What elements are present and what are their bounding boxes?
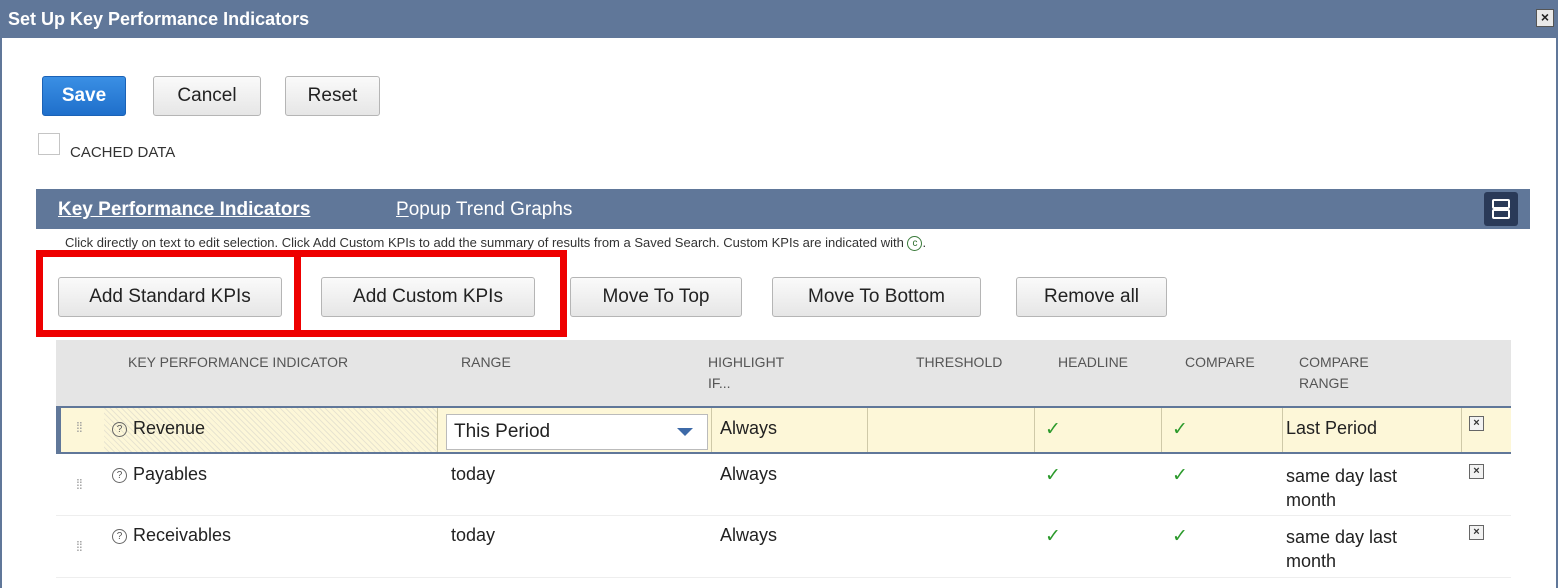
header-highlight-line1: HIGHLIGHT	[708, 354, 785, 370]
compare-check-icon[interactable]: ✓	[1172, 464, 1188, 487]
cached-data-checkbox[interactable]	[38, 133, 60, 155]
instructions-end: .	[922, 235, 927, 250]
cell-divider	[1461, 408, 1462, 452]
header-headline: HEADLINE	[1058, 354, 1129, 370]
table-row-receivables[interactable]: ⁞⁞ ? Receivables today Always ✓ ✓ same da…	[56, 516, 1511, 578]
kpi-name-cell[interactable]: ? Receivables	[112, 525, 231, 546]
tab-key-performance-indicators[interactable]: Key Performance Indicators	[58, 199, 310, 221]
move-to-top-button[interactable]: Move To Top	[570, 277, 742, 317]
window-titlebar: Set Up Key Performance Indicators ×	[2, 0, 1558, 38]
table-row-revenue[interactable]: ⁞⁞ ? Revenue This Period Always ✓ ✓ Last …	[56, 406, 1511, 454]
kpi-table: KEY PERFORMANCE INDICATOR RANGE HIGHLIGH…	[56, 340, 1511, 588]
range-cell[interactable]: today	[451, 464, 495, 485]
cell-divider	[867, 408, 868, 452]
kpi-name: Revenue	[133, 418, 206, 438]
layout-menu-bar-bottom	[1492, 209, 1510, 219]
kpi-name: Payables	[133, 464, 208, 484]
header-compare: COMPARE	[1185, 354, 1255, 370]
kpi-setup-window: Set Up Key Performance Indicators × Save…	[0, 0, 1558, 588]
highlight-cell[interactable]: Always	[720, 464, 777, 485]
annotation-box-custom	[294, 250, 567, 337]
kpi-name-cell[interactable]: ? Payables	[112, 464, 207, 485]
compare-range-cell[interactable]: same day last month	[1286, 525, 1397, 573]
selected-row-indicator	[56, 408, 61, 452]
cached-data-label: CACHED DATA	[70, 144, 176, 161]
compare-check-icon[interactable]: ✓	[1172, 525, 1188, 548]
cell-divider	[1034, 408, 1035, 452]
cell-divider	[1161, 408, 1162, 452]
drag-handle-icon[interactable]: ⁞⁞	[76, 420, 83, 434]
headline-check-icon[interactable]: ✓	[1045, 418, 1061, 441]
header-highlight: HIGHLIGHT IF...	[708, 352, 784, 394]
window-title: Set Up Key Performance Indicators	[8, 9, 310, 29]
help-icon[interactable]: ?	[112, 529, 127, 544]
headline-check-icon[interactable]: ✓	[1045, 464, 1061, 487]
range-cell[interactable]: today	[451, 525, 495, 546]
header-threshold: THRESHOLD	[916, 354, 1003, 370]
reset-button[interactable]: Reset	[285, 76, 380, 116]
close-icon[interactable]: ×	[1536, 9, 1554, 27]
save-button[interactable]: Save	[42, 76, 126, 116]
help-icon[interactable]: ?	[112, 468, 127, 483]
kpi-name-cell[interactable]: ? Revenue	[112, 418, 205, 439]
move-to-bottom-button[interactable]: Move To Bottom	[772, 277, 981, 317]
headline-check-icon[interactable]: ✓	[1045, 525, 1061, 548]
remove-row-icon[interactable]: ×	[1469, 525, 1484, 540]
highlight-cell[interactable]: Always	[720, 525, 777, 546]
custom-kpi-icon: c	[907, 236, 923, 252]
dropdown-arrow-icon	[677, 428, 693, 436]
compare-check-icon[interactable]: ✓	[1172, 418, 1188, 441]
compare-range-cell[interactable]: Last Period	[1286, 418, 1377, 439]
range-select-value: This Period	[454, 421, 551, 442]
layout-menu-icon[interactable]	[1484, 192, 1518, 226]
tab-trend-label: opup Trend Graphs	[408, 199, 573, 220]
tab-bar: Key Performance Indicators Popup Trend G…	[36, 189, 1530, 229]
drag-handle-icon[interactable]: ⁞⁞	[76, 539, 83, 553]
compare-range-line1: same day last	[1286, 527, 1398, 547]
header-compare-range: COMPARE RANGE	[1299, 352, 1369, 394]
table-row-payables[interactable]: ⁞⁞ ? Payables today Always ✓ ✓ same day l…	[56, 454, 1511, 516]
remove-all-button[interactable]: Remove all	[1016, 277, 1167, 317]
instructions-text: Click directly on text to edit selection…	[65, 235, 927, 252]
layout-menu-bar-top	[1492, 199, 1510, 209]
remove-row-icon[interactable]: ×	[1469, 464, 1484, 479]
table-header: KEY PERFORMANCE INDICATOR RANGE HIGHLIGH…	[56, 340, 1511, 406]
instructions-body: Click directly on text to edit selection…	[65, 235, 904, 250]
compare-range-line2: month	[1286, 551, 1337, 571]
tab-kpi-label: ey Performance Indicators	[71, 199, 311, 220]
tab-popup-trend-graphs[interactable]: Popup Trend Graphs	[396, 199, 572, 221]
compare-range-cell[interactable]: same day last month	[1286, 464, 1397, 512]
cancel-button[interactable]: Cancel	[153, 76, 261, 116]
cell-divider	[1282, 408, 1283, 452]
header-highlight-line2: IF...	[708, 375, 731, 391]
highlight-cell[interactable]: Always	[720, 418, 777, 439]
header-compare-range-line2: RANGE	[1299, 375, 1349, 391]
tab-trend-accesskey: P	[396, 199, 409, 220]
tab-kpi-accesskey: K	[58, 199, 72, 220]
cell-divider	[711, 408, 712, 452]
header-range: RANGE	[461, 354, 511, 370]
annotation-box-standard	[36, 250, 301, 337]
remove-row-icon[interactable]: ×	[1469, 416, 1484, 431]
help-icon[interactable]: ?	[112, 422, 127, 437]
header-compare-range-line1: COMPARE	[1299, 354, 1369, 370]
range-select[interactable]: This Period	[446, 414, 708, 450]
compare-range-line2: month	[1286, 490, 1337, 510]
header-kpi: KEY PERFORMANCE INDICATOR	[128, 354, 349, 370]
compare-range-line1: same day last	[1286, 466, 1398, 486]
drag-handle-icon[interactable]: ⁞⁞	[76, 477, 83, 491]
kpi-name: Receivables	[133, 525, 232, 545]
